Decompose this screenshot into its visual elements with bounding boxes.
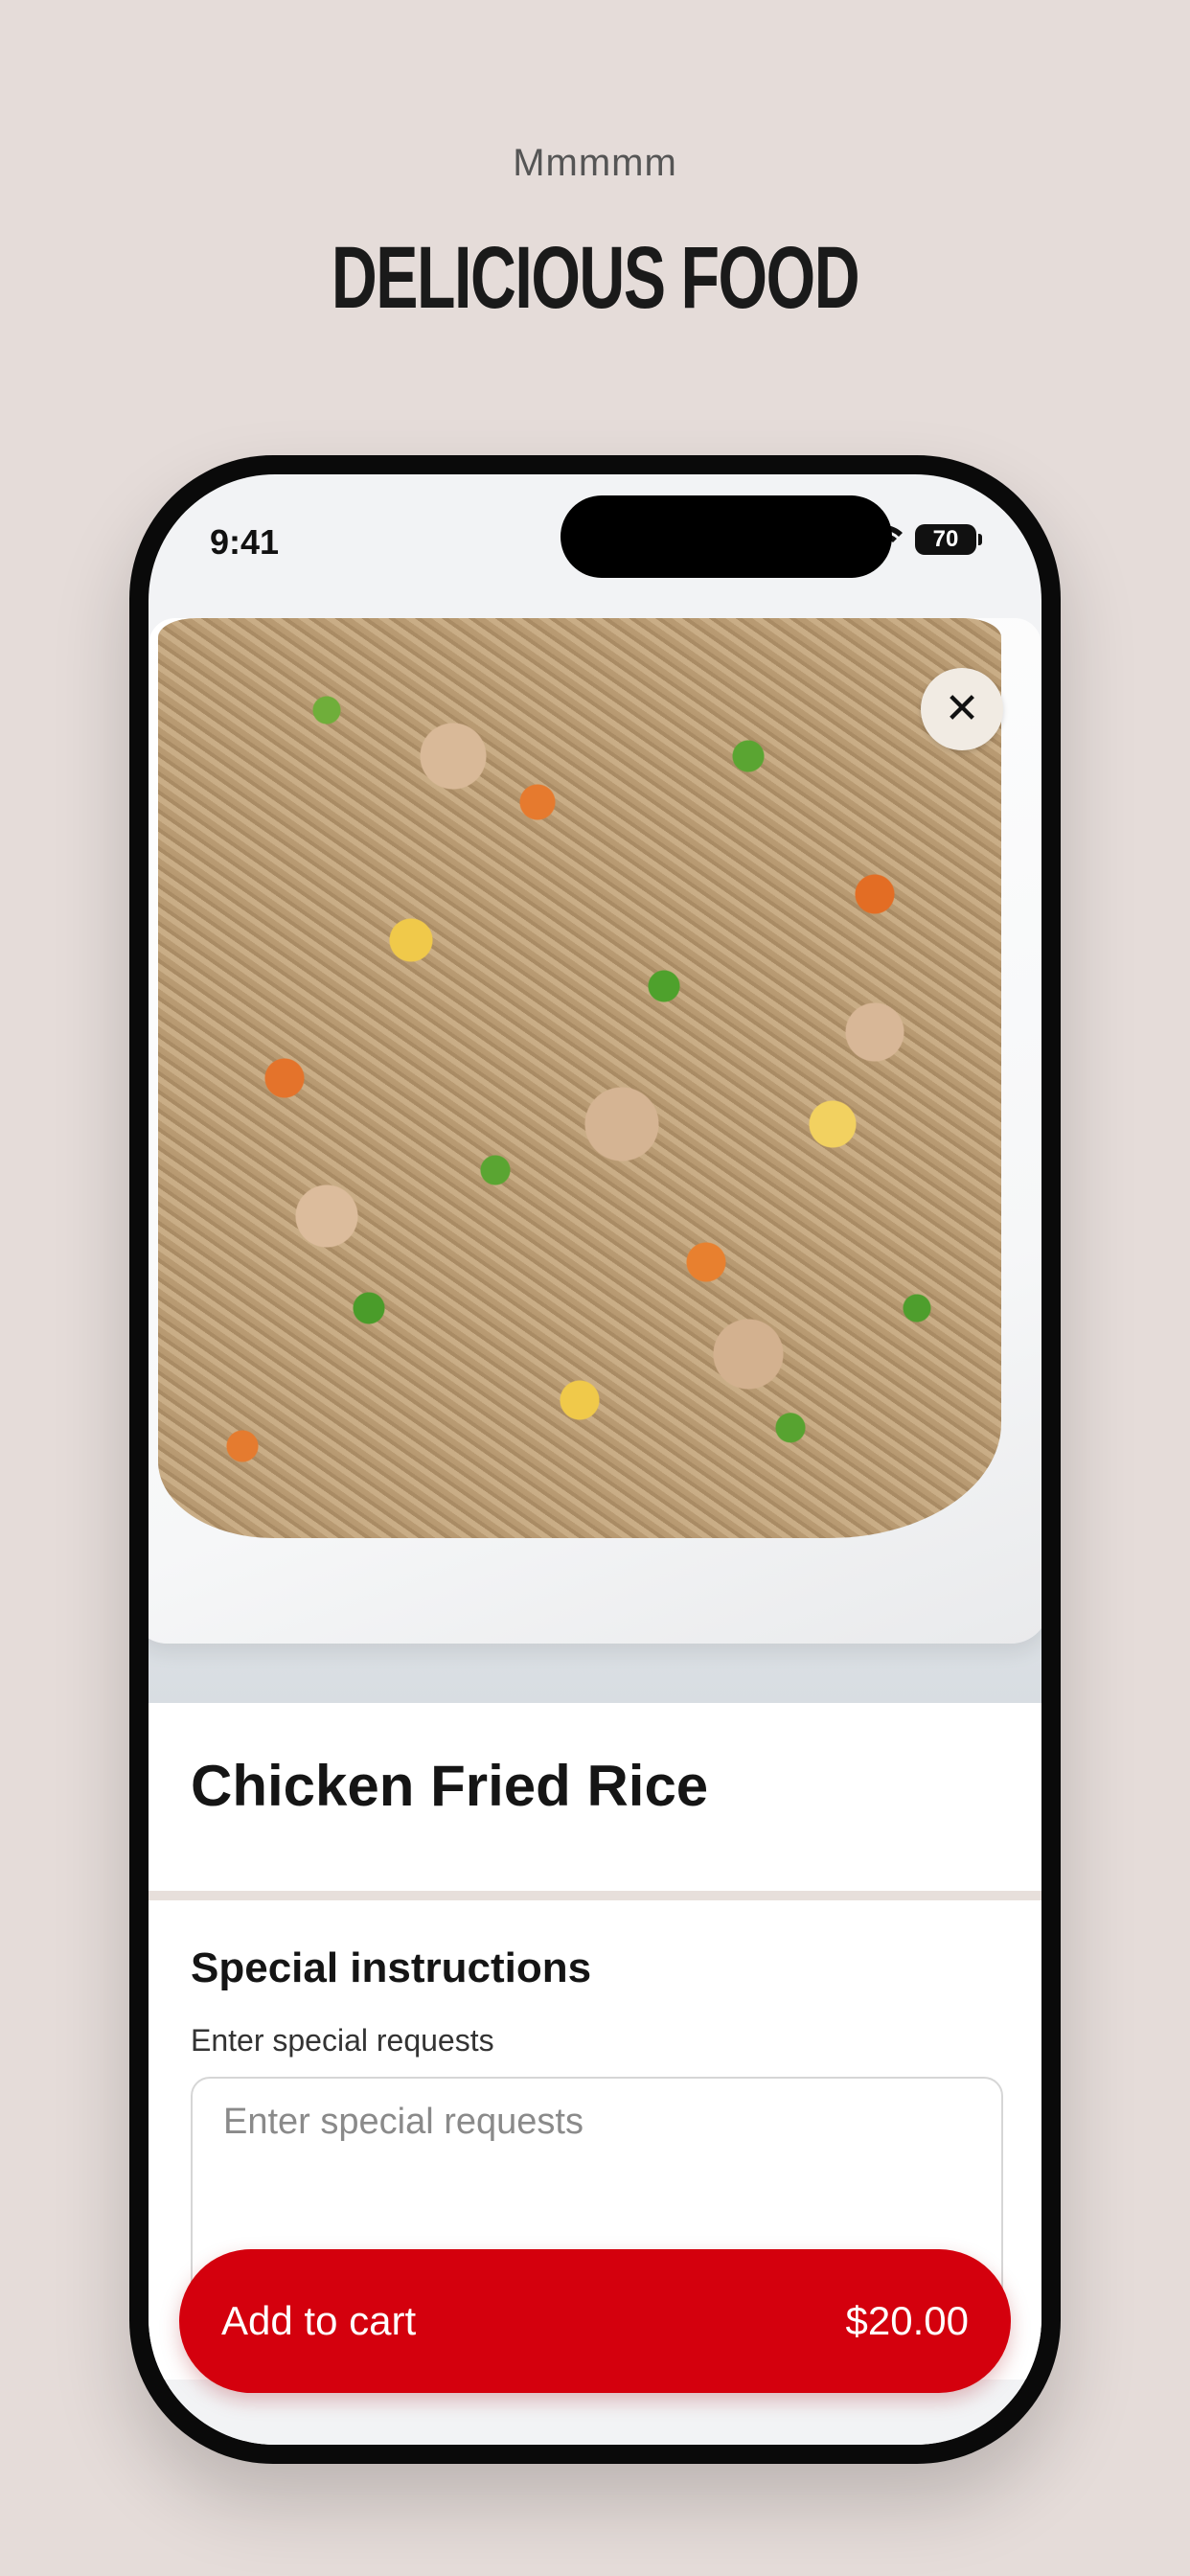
food-photo: ✕ bbox=[149, 618, 1041, 1703]
item-header: Chicken Fried Rice bbox=[149, 1703, 1041, 1891]
add-to-cart-label: Add to cart bbox=[221, 2298, 417, 2343]
special-instructions-label: Enter special requests bbox=[191, 2023, 494, 2058]
bottom-safe-area bbox=[149, 2387, 1041, 2445]
dynamic-island bbox=[561, 495, 892, 578]
plate-image bbox=[149, 618, 1041, 1644]
promo-headline: DELICIOUS FOOD bbox=[331, 229, 860, 327]
fried-rice-image bbox=[158, 618, 1001, 1538]
add-to-cart-button[interactable]: Add to cart $20.00 bbox=[179, 2249, 1011, 2393]
battery-icon: 70 bbox=[915, 524, 982, 555]
phone-screen: 9:41 70 ✕ Chicken Fried Rice Special ins… bbox=[149, 474, 1041, 2445]
close-button[interactable]: ✕ bbox=[921, 668, 1003, 750]
section-divider bbox=[149, 1891, 1041, 1900]
promo-tagline: Mmmmm bbox=[513, 142, 677, 184]
phone-frame: 9:41 70 ✕ Chicken Fried Rice Special ins… bbox=[129, 455, 1061, 2464]
cart-price: $20.00 bbox=[845, 2298, 969, 2343]
special-instructions-heading: Special instructions bbox=[191, 1944, 592, 1991]
battery-level: 70 bbox=[915, 524, 976, 555]
status-time: 9:41 bbox=[210, 522, 280, 562]
close-icon: ✕ bbox=[944, 685, 980, 732]
item-title: Chicken Fried Rice bbox=[191, 1754, 709, 1818]
